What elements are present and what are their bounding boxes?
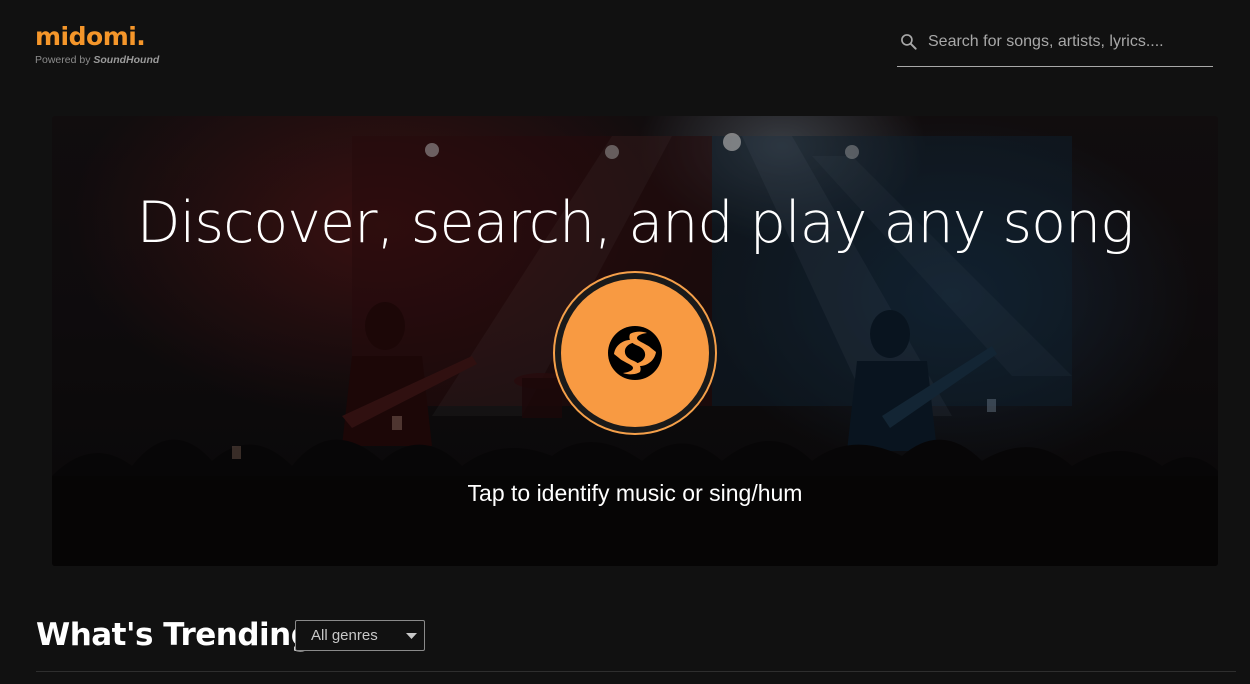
search-icon — [901, 34, 917, 50]
listen-button-face — [561, 279, 709, 427]
search-bar[interactable] — [897, 24, 1213, 67]
logo-tagline-brand: SoundHound — [93, 54, 160, 66]
listen-button[interactable] — [553, 271, 717, 435]
soundhound-logo-icon — [608, 326, 662, 380]
hero-title: Discover, search, and play any song — [136, 190, 1135, 256]
trending-title: What's Trending — [36, 617, 313, 653]
page: midomi. Powered by SoundHound Search for… — [0, 0, 1250, 684]
genre-select[interactable]: All genres — [295, 620, 425, 651]
search-input[interactable] — [928, 30, 1208, 54]
logo-tagline: Powered by SoundHound — [35, 54, 159, 67]
genre-select-value: All genres — [311, 627, 378, 644]
section-divider — [36, 671, 1236, 672]
logo-wordmark: midomi. — [35, 22, 146, 51]
hero-banner: Discover, search, and play any song Tap … — [52, 116, 1218, 566]
logo-tagline-prefix: Powered by — [35, 54, 91, 66]
midomi-logo[interactable]: midomi. Powered by SoundHound — [35, 22, 159, 67]
hero-caption: Tap to identify music or sing/hum — [467, 480, 803, 506]
caret-down-icon — [406, 633, 417, 639]
